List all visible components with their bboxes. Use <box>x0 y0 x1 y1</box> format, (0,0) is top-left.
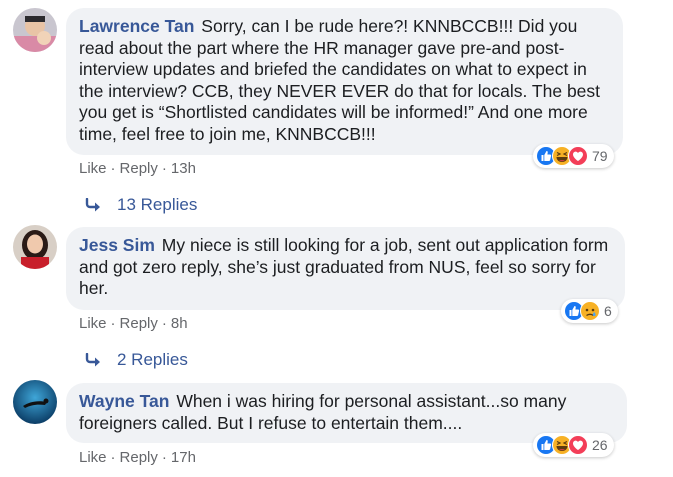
comment-actions: Like · Reply · 8h <box>79 315 188 332</box>
avatar[interactable] <box>13 380 57 424</box>
reactions-summary[interactable]: 79 <box>533 144 614 168</box>
comment-time[interactable]: 8h <box>171 315 188 332</box>
reaction-count: 6 <box>604 303 612 319</box>
avatar[interactable] <box>13 8 57 52</box>
love-reaction-icon <box>568 146 588 166</box>
separator-dot: · <box>110 160 116 177</box>
like-link[interactable]: Like <box>79 315 107 332</box>
like-link[interactable]: Like <box>79 449 107 466</box>
reply-arrow-icon <box>85 353 100 367</box>
comment-author[interactable]: Jess Sim <box>79 235 155 255</box>
separator-dot: · <box>161 315 167 332</box>
reply-link[interactable]: Reply <box>120 160 158 177</box>
comment-time[interactable]: 17h <box>171 449 196 466</box>
reaction-count: 79 <box>592 148 608 164</box>
reply-link[interactable]: Reply <box>120 449 158 466</box>
replies-count-label[interactable]: 13 Replies <box>117 195 197 215</box>
separator-dot: · <box>161 449 167 466</box>
reply-arrow-icon <box>85 198 100 212</box>
reactions-summary[interactable]: 26 <box>533 433 614 457</box>
comment-actions: Like · Reply · 13h <box>79 160 196 177</box>
reply-link[interactable]: Reply <box>120 315 158 332</box>
view-replies-link[interactable]: 2 Replies <box>85 350 188 370</box>
replies-count-label[interactable]: 2 Replies <box>117 350 188 370</box>
separator-dot: · <box>110 449 116 466</box>
love-reaction-icon <box>568 435 588 455</box>
reaction-count: 26 <box>592 437 608 453</box>
avatar[interactable] <box>13 225 57 269</box>
reactions-summary[interactable]: 6 <box>561 299 618 323</box>
avatar-lawrence-tan-image <box>13 8 57 52</box>
avatar-wayne-tan-image <box>13 380 57 424</box>
comment-time[interactable]: 13h <box>171 160 196 177</box>
separator-dot: · <box>161 160 167 177</box>
avatar-jess-sim-image <box>13 225 57 269</box>
comment-bubble: Jess Sim My niece is still looking for a… <box>66 227 625 310</box>
separator-dot: · <box>110 315 116 332</box>
comment-actions: Like · Reply · 17h <box>79 449 196 466</box>
like-link[interactable]: Like <box>79 160 107 177</box>
comment-text: My niece is still looking for a job, sen… <box>79 235 609 298</box>
sad-reaction-icon <box>580 301 600 321</box>
view-replies-link[interactable]: 13 Replies <box>85 195 197 215</box>
comment-author[interactable]: Lawrence Tan <box>79 16 194 36</box>
comment-bubble: Lawrence Tan Sorry, can I be rude here?!… <box>66 8 623 155</box>
comment-author[interactable]: Wayne Tan <box>79 391 169 411</box>
